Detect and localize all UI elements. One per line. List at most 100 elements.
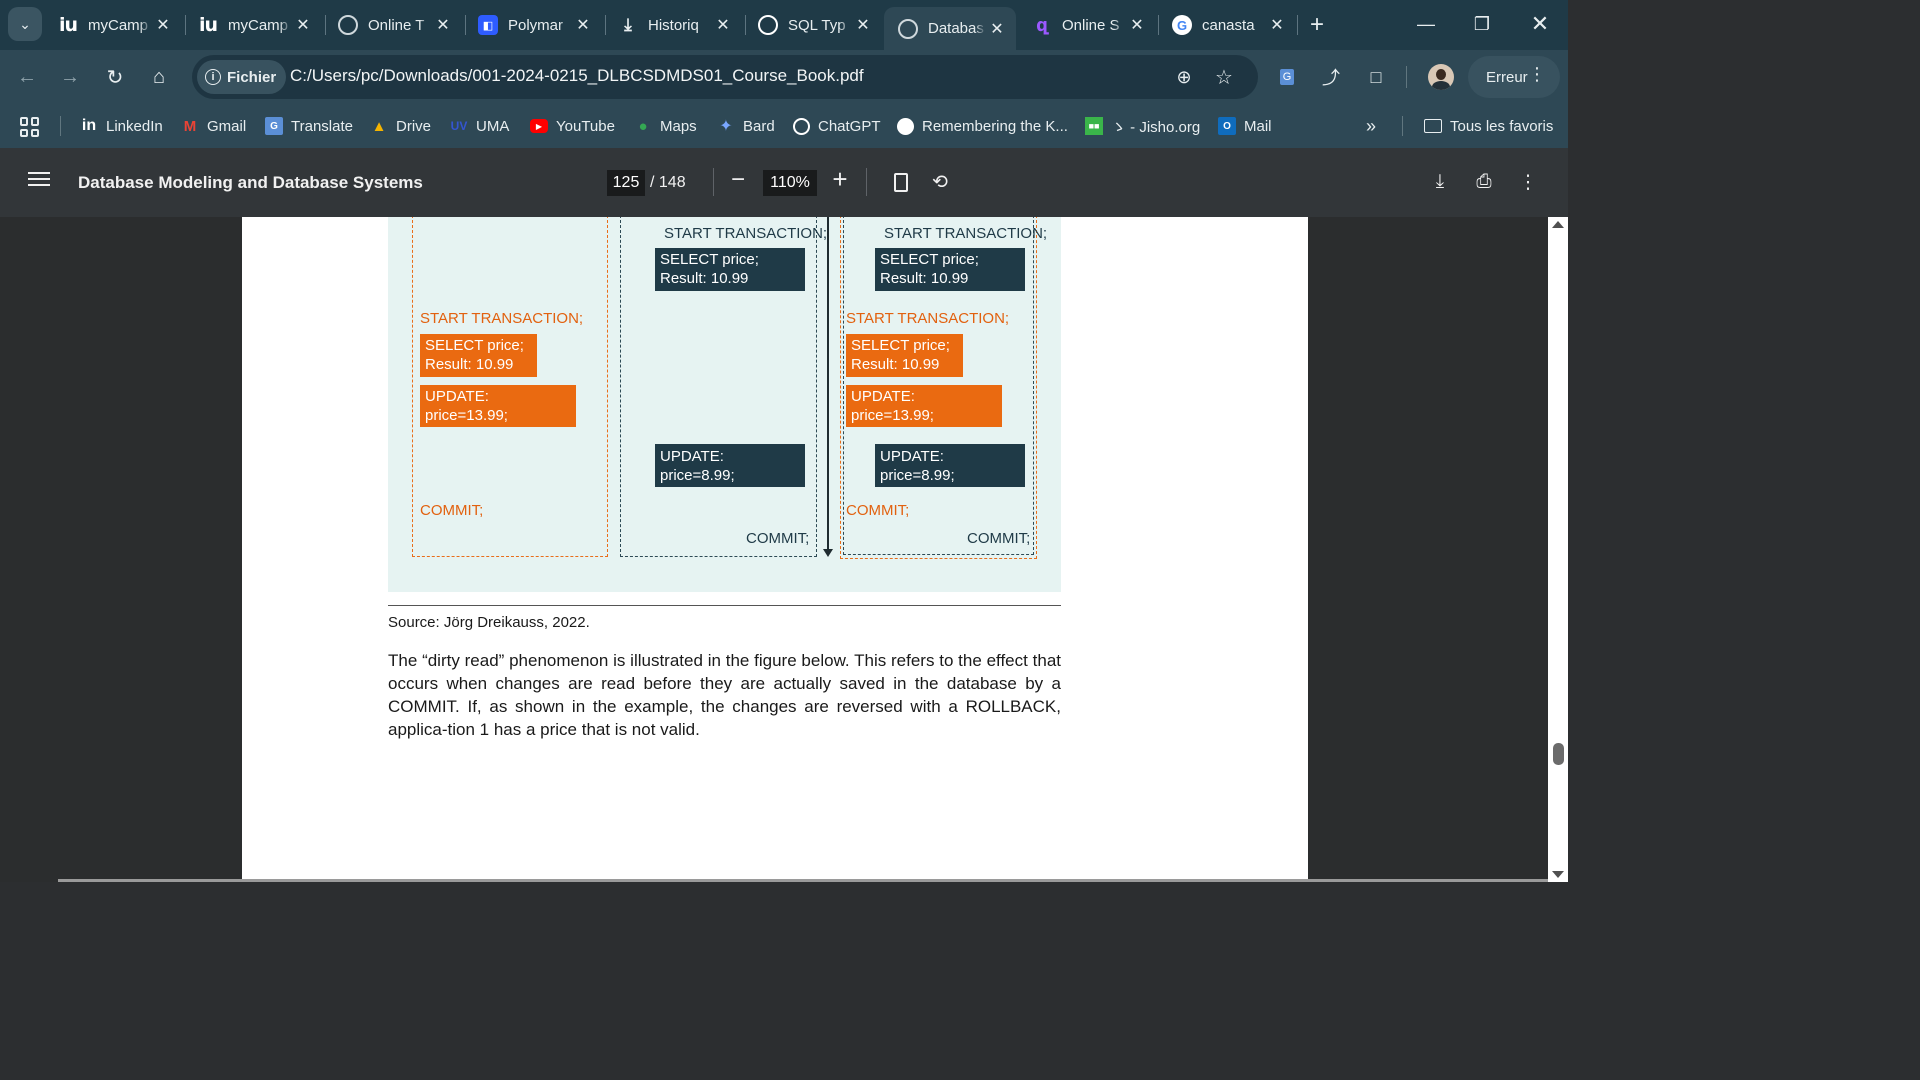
pdf-viewer[interactable]: START TRANSACTION; SELECT price; Result:… bbox=[0, 217, 1568, 882]
close-icon[interactable]: ✕ bbox=[712, 15, 734, 35]
fit-page-button[interactable] bbox=[889, 170, 913, 194]
toolbar-divider bbox=[1406, 66, 1407, 88]
jisho-icon: ■■ bbox=[1085, 117, 1103, 135]
bookmark-translate[interactable]: G Translate bbox=[265, 114, 353, 138]
lane3-commit-dark: COMMIT; bbox=[967, 530, 1031, 547]
close-icon[interactable]: ✕ bbox=[986, 19, 1008, 39]
close-icon[interactable]: ✕ bbox=[852, 15, 874, 35]
extensions-puzzle-icon[interactable]: □ bbox=[1361, 62, 1391, 92]
restore-button[interactable]: ❐ bbox=[1454, 0, 1510, 48]
bookmark-label: YouTube bbox=[556, 117, 615, 135]
select-line: SELECT price; bbox=[660, 251, 759, 268]
close-icon[interactable]: ✕ bbox=[1266, 15, 1288, 35]
close-icon[interactable]: ✕ bbox=[572, 15, 594, 35]
globe-icon bbox=[338, 15, 358, 35]
rotate-button[interactable]: ⟲ bbox=[928, 170, 952, 194]
url-text[interactable]: C:/Users/pc/Downloads/001-2024-0215_DLBC… bbox=[290, 66, 864, 86]
body-paragraph: The “dirty read” phenomenon is illustrat… bbox=[388, 651, 1061, 739]
tab-title: myCamp bbox=[88, 16, 149, 34]
zoom-in-button[interactable]: + bbox=[828, 164, 852, 195]
apps-grid-icon[interactable] bbox=[20, 117, 40, 137]
tab-strip: ⌄ iu myCamp ✕ iu myCamp ✕ Online T ✕ ◧ P… bbox=[0, 0, 1568, 50]
profile-avatar[interactable] bbox=[1428, 64, 1454, 90]
download-button[interactable]: ⤓ bbox=[1428, 170, 1452, 194]
close-icon[interactable]: ✕ bbox=[1126, 15, 1148, 35]
tab-title: myCamp bbox=[228, 16, 289, 34]
scrollbar-thumb[interactable] bbox=[1553, 743, 1564, 765]
bookmarks-folder-label: Tous les favoris bbox=[1450, 117, 1554, 135]
home-button[interactable]: ⌂ bbox=[142, 60, 176, 94]
plus-icon: + bbox=[832, 164, 848, 194]
page-number-input[interactable]: 125 bbox=[607, 170, 645, 196]
iu-icon: iu bbox=[198, 14, 218, 36]
bookmark-remembering-kanji[interactable]: Remembering the K... bbox=[897, 114, 1068, 138]
minimize-button[interactable]: — bbox=[1398, 0, 1454, 48]
new-tab-button[interactable]: + bbox=[1302, 8, 1332, 42]
address-bar[interactable]: i Fichier C:/Users/pc/Downloads/001-2024… bbox=[192, 55, 1258, 99]
figure-source: Source: Jörg Dreikauss, 2022. bbox=[388, 614, 590, 631]
forward-button[interactable]: → bbox=[53, 60, 87, 94]
zoom-level-input[interactable]: 110% bbox=[763, 170, 817, 196]
bookmark-uma[interactable]: UV UMA bbox=[450, 114, 510, 138]
reload-button[interactable]: ↻ bbox=[98, 60, 132, 94]
zoom-indicator-icon[interactable]: ⊕ bbox=[1172, 65, 1196, 89]
iu-icon: iu bbox=[58, 14, 78, 36]
tab-database-active[interactable]: Databas ✕ bbox=[884, 7, 1016, 50]
tab-canasta[interactable]: G canasta ✕ bbox=[1158, 8, 1296, 42]
bookmark-bard[interactable]: ✦ Bard bbox=[717, 114, 774, 138]
select-line: SELECT price; bbox=[851, 337, 950, 354]
more-actions-button[interactable]: ⋮ bbox=[1516, 170, 1540, 194]
zoom-out-button[interactable]: − bbox=[726, 166, 750, 194]
close-icon[interactable]: ✕ bbox=[152, 15, 174, 35]
tab-mycampus-1[interactable]: iu myCamp ✕ bbox=[44, 8, 182, 42]
site-info-chip[interactable]: i Fichier bbox=[197, 60, 287, 94]
drive-icon: ▲ bbox=[371, 117, 387, 135]
bookmark-mail[interactable]: O Mail bbox=[1218, 114, 1272, 138]
double-chevron-right-icon: » bbox=[1366, 115, 1377, 136]
bookmark-maps[interactable]: ● Maps bbox=[634, 114, 696, 138]
site-info-label: Fichier bbox=[227, 68, 277, 86]
lane3-select-box-dark: SELECT price; Result: 10.99 bbox=[875, 248, 1025, 291]
google-icon: G bbox=[1172, 15, 1192, 35]
uma-icon: UV bbox=[450, 119, 468, 133]
info-icon: i bbox=[205, 69, 221, 85]
tab-historique[interactable]: ⤓ Historiq ✕ bbox=[604, 8, 742, 42]
all-bookmarks-folder[interactable]: Tous les favoris bbox=[1424, 114, 1553, 138]
minimize-icon: — bbox=[1417, 13, 1435, 34]
star-icon[interactable]: ☆ bbox=[1212, 65, 1236, 89]
menu-icon[interactable] bbox=[28, 172, 50, 190]
close-window-button[interactable]: ✕ bbox=[1512, 0, 1568, 48]
extension-icon[interactable]: ⤴ bbox=[1316, 62, 1346, 92]
lane3-start-transaction-orange: START TRANSACTION; bbox=[846, 310, 1010, 327]
result-line: Result: 10.99 bbox=[425, 356, 514, 373]
tab-online-t[interactable]: Online T ✕ bbox=[324, 8, 462, 42]
tab-polymarket[interactable]: ◧ Polymar ✕ bbox=[464, 8, 602, 42]
google-translate-icon[interactable]: G bbox=[1272, 62, 1302, 92]
lane3-commit-orange: COMMIT; bbox=[846, 502, 910, 519]
toolbar-divider bbox=[866, 168, 867, 196]
bookmark-chatgpt[interactable]: ChatGPT bbox=[793, 114, 881, 138]
bookmark-drive[interactable]: ▲ Drive bbox=[370, 114, 431, 138]
close-icon[interactable]: ✕ bbox=[432, 15, 454, 35]
plus-icon: + bbox=[1309, 11, 1324, 38]
back-button[interactable]: ← bbox=[10, 60, 44, 94]
globe-icon bbox=[897, 117, 914, 135]
bookmark-youtube[interactable]: ▶ YouTube bbox=[530, 114, 615, 138]
bookmark-jisho[interactable]: ■■ ゝ - Jisho.org bbox=[1085, 114, 1200, 138]
profile-error-button[interactable]: Erreur ⋮ bbox=[1468, 56, 1560, 98]
tab-search-button[interactable]: ⌄ bbox=[8, 7, 42, 41]
bookmark-gmail[interactable]: M Gmail bbox=[181, 114, 246, 138]
bookmark-linkedin[interactable]: in LinkedIn bbox=[80, 114, 163, 138]
tab-mycampus-2[interactable]: iu myCamp ✕ bbox=[184, 8, 322, 42]
scroll-down-icon[interactable] bbox=[1552, 871, 1564, 878]
lane2-commit: COMMIT; bbox=[746, 530, 810, 547]
tab-online-s[interactable]: զ Online S ✕ bbox=[1018, 8, 1156, 42]
more-bookmarks-button[interactable]: » bbox=[1366, 114, 1376, 138]
scroll-up-icon[interactable] bbox=[1552, 221, 1564, 228]
vertical-scrollbar[interactable] bbox=[1548, 217, 1568, 882]
close-icon[interactable]: ✕ bbox=[292, 15, 314, 35]
print-button[interactable]: ⎙ bbox=[1472, 170, 1496, 194]
chevron-down-icon: ⌄ bbox=[19, 15, 31, 32]
tab-sql-types[interactable]: SQL Typ ✕ bbox=[744, 8, 882, 42]
bard-icon: ✦ bbox=[719, 118, 733, 135]
